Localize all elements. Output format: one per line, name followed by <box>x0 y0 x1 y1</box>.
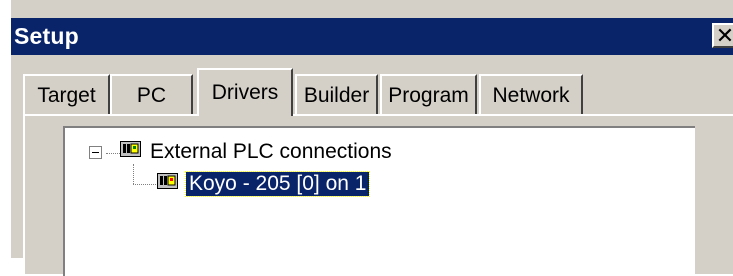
tree-connector <box>133 164 134 184</box>
tab-pc[interactable]: PC <box>110 74 193 115</box>
tab-target[interactable]: Target <box>23 74 110 115</box>
window-title: Setup <box>14 23 79 49</box>
tab-label: Target <box>37 83 96 107</box>
tab-program[interactable]: Program <box>380 74 477 115</box>
tree-node-child[interactable]: Koyo - 205 [0] on 1 <box>157 171 371 197</box>
window-top-edge <box>11 0 733 18</box>
tab-label: Network <box>492 83 570 107</box>
tree-node-label: External PLC connections <box>150 140 392 163</box>
drivers-panel: External PLC connections Koyo - 205 [0] … <box>23 114 733 276</box>
tree-node-label: Koyo - 205 [0] on 1 <box>184 171 371 197</box>
close-button[interactable]: ✕ <box>712 23 733 48</box>
tab-network[interactable]: Network <box>479 74 583 115</box>
close-icon: ✕ <box>715 22 733 48</box>
collapse-icon[interactable] <box>89 145 102 159</box>
tab-label: Drivers <box>211 81 279 104</box>
title-bar[interactable]: Setup ✕ <box>11 18 733 55</box>
plc-icon <box>120 140 142 164</box>
setup-dialog: Setup ✕ Target PC Drivers Builder Progra… <box>10 0 733 276</box>
tab-drivers[interactable]: Drivers <box>197 68 293 116</box>
tree-node-root[interactable]: External PLC connections <box>89 140 392 164</box>
plc-connections-tree[interactable]: External PLC connections Koyo - 205 [0] … <box>63 126 695 276</box>
tab-builder[interactable]: Builder <box>295 74 378 115</box>
tab-label: Program <box>388 83 469 107</box>
tab-label: PC <box>136 83 167 107</box>
tree-connector <box>133 184 156 185</box>
plc-icon <box>157 172 179 196</box>
tab-label: Builder <box>303 83 370 107</box>
